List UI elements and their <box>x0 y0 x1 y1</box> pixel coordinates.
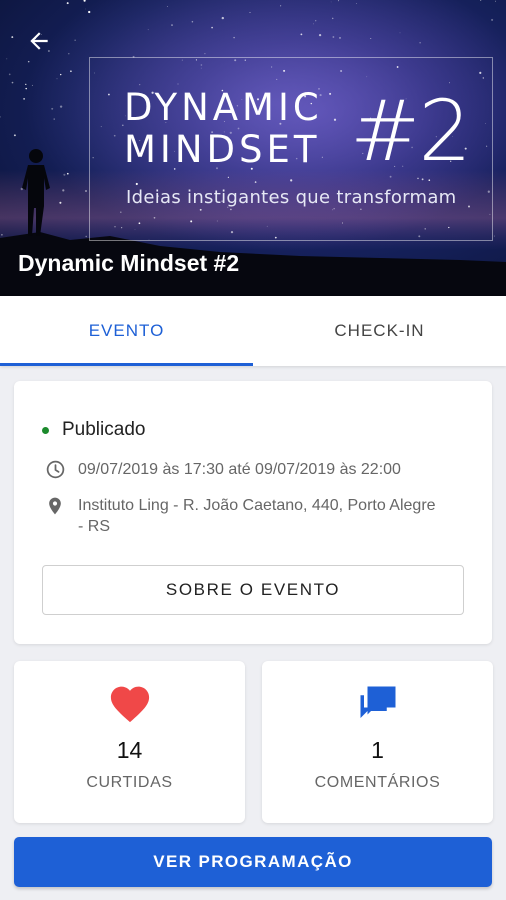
star <box>85 190 87 192</box>
star <box>147 29 149 31</box>
star <box>60 73 62 76</box>
star <box>356 3 357 4</box>
star <box>1 233 3 236</box>
event-banner: DYNAMIC MINDSET #2 Ideias instigantes qu… <box>0 0 506 296</box>
star <box>11 36 14 39</box>
star <box>332 36 335 38</box>
star <box>166 6 168 7</box>
clock-icon <box>46 460 64 479</box>
logo-line-2: MINDSET <box>124 128 321 171</box>
star <box>313 23 314 25</box>
star <box>6 58 8 60</box>
comments-card[interactable]: 1 COMENTÁRIOS <box>262 661 493 823</box>
star <box>280 5 282 7</box>
star <box>59 105 63 108</box>
likes-count: 14 <box>116 737 143 763</box>
star <box>211 26 213 29</box>
likes-card[interactable]: 14 CURTIDAS <box>14 661 245 823</box>
star <box>493 235 495 237</box>
star <box>491 18 494 21</box>
tab-bar: EVENTO CHECK-IN <box>0 296 506 366</box>
back-button[interactable] <box>22 24 56 58</box>
arrow-left-icon <box>30 32 48 50</box>
comments-label: COMENTÁRIOS <box>314 774 441 791</box>
star <box>338 0 340 2</box>
star <box>56 78 58 80</box>
location-pin-icon <box>49 497 61 515</box>
logo-line-1: DYNAMIC <box>124 86 323 129</box>
star <box>13 134 16 137</box>
star <box>88 10 91 14</box>
star <box>204 52 206 55</box>
star <box>191 20 194 23</box>
star <box>85 235 87 238</box>
star <box>419 42 421 44</box>
likes-label: CURTIDAS <box>86 774 173 791</box>
star <box>221 16 224 20</box>
logo-number: #2 <box>350 82 472 180</box>
star <box>51 107 54 110</box>
star <box>8 73 11 76</box>
star <box>84 8 86 10</box>
star <box>68 52 70 55</box>
star <box>495 0 496 2</box>
star <box>331 17 334 20</box>
star <box>59 201 62 204</box>
comments-icon[interactable] <box>356 683 400 725</box>
tab-evento[interactable]: EVENTO <box>0 296 253 366</box>
tab-check-in[interactable]: CHECK-IN <box>253 296 506 366</box>
view-program-button[interactable]: VER PROGRAMAÇÃO <box>14 837 492 887</box>
event-address: Instituto Ling - R. João Caetano, 440, P… <box>78 497 436 535</box>
star <box>53 118 55 120</box>
star <box>27 60 30 63</box>
status-text: Publicado <box>62 419 146 440</box>
star <box>25 83 27 86</box>
star <box>249 11 251 14</box>
star <box>25 87 27 90</box>
star <box>70 70 72 73</box>
star <box>300 33 303 36</box>
star <box>11 81 14 84</box>
logo-tagline: Ideias instigantes que transformam <box>126 187 457 208</box>
star <box>63 173 66 176</box>
event-title: Dynamic Mindset #2 <box>18 250 240 276</box>
star <box>318 33 322 37</box>
star <box>23 97 26 100</box>
star <box>330 1 332 3</box>
about-event-button[interactable]: SOBRE O EVENTO <box>42 565 464 615</box>
star <box>339 37 341 39</box>
event-info-card: Publicado 09/07/2019 às 17:30 até 09/07/… <box>14 381 492 644</box>
star <box>171 24 173 27</box>
comments-count: 1 <box>371 737 384 763</box>
status-dot <box>42 426 49 434</box>
star <box>66 2 69 5</box>
heart-icon[interactable] <box>108 683 152 723</box>
star <box>74 39 76 41</box>
star <box>399 32 401 34</box>
star <box>233 36 235 39</box>
star <box>66 172 69 175</box>
address-row: Instituto Ling - R. João Caetano, 440, P… <box>44 495 438 537</box>
star <box>315 20 317 22</box>
star <box>62 189 65 192</box>
star <box>370 37 372 39</box>
status-row: Publicado <box>42 419 145 441</box>
date-row: 09/07/2019 às 17:30 até 09/07/2019 às 22… <box>44 459 401 480</box>
star <box>31 84 33 86</box>
event-datetime: 09/07/2019 às 17:30 até 09/07/2019 às 22… <box>78 461 401 478</box>
